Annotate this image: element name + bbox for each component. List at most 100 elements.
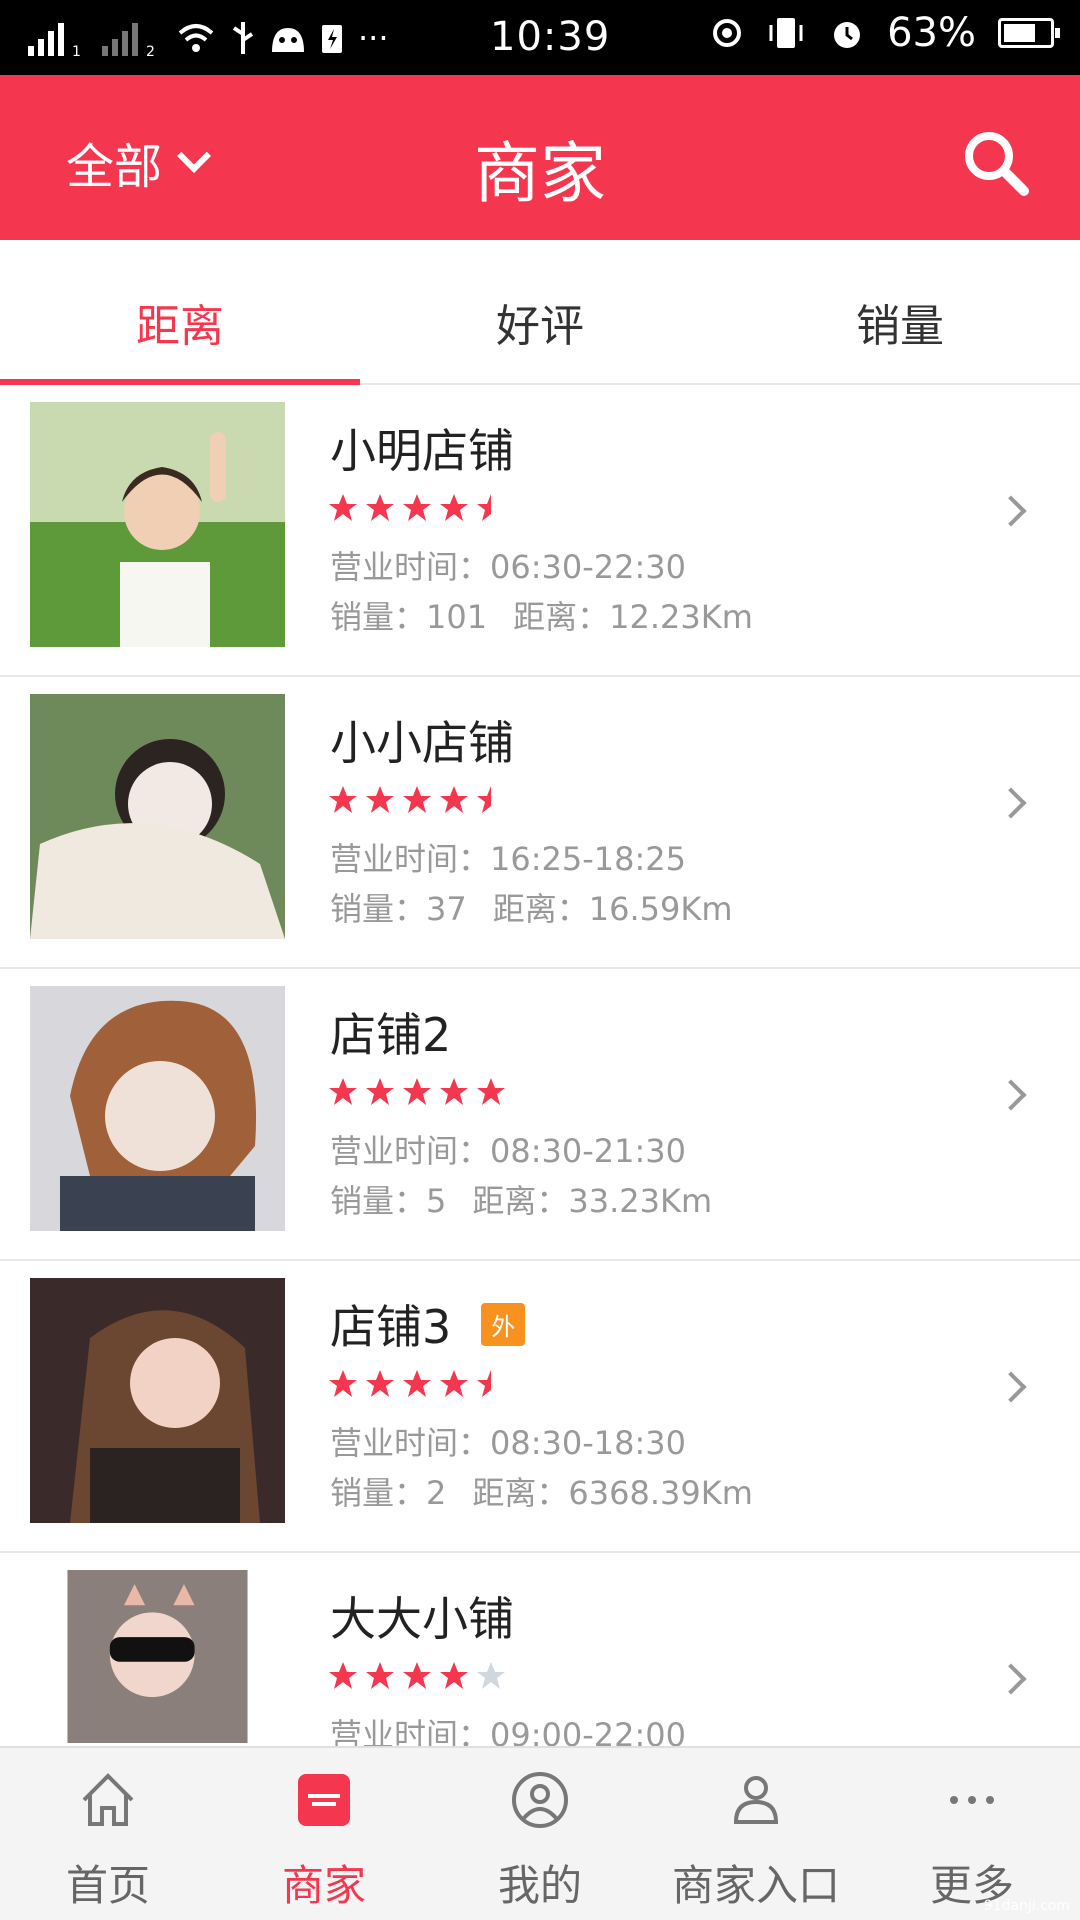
store-name: 小小店铺 (330, 716, 514, 770)
star-icon (477, 1370, 491, 1397)
tab-sales[interactable]: 销量 (720, 240, 1080, 383)
distance-label: 距离： (492, 890, 589, 928)
chevron-right-icon (995, 1079, 1027, 1111)
rating-stars (328, 1077, 506, 1107)
store-name: 店铺2 (330, 1008, 452, 1062)
svg-text:2: 2 (146, 44, 155, 56)
store-name-row: 大大小铺 (330, 1583, 514, 1649)
bottom-nav: 首页 商家 我的 商家入口 更多 (0, 1746, 1080, 1920)
app-header: 全部 商家 (0, 75, 1080, 240)
star-icon (403, 1370, 431, 1397)
search-icon[interactable] (960, 127, 1030, 197)
nav-home[interactable]: 首页 (0, 1748, 216, 1920)
distance-value: 12.23Km (609, 598, 753, 636)
tab-distance[interactable]: 距离 (0, 240, 360, 385)
chevron-right-icon (995, 495, 1027, 527)
star-icon (403, 1078, 431, 1105)
rating-stars (328, 493, 506, 523)
store-name: 小明店铺 (330, 424, 514, 478)
hours-value: 06:30-22:30 (490, 548, 686, 586)
home-icon (82, 1773, 134, 1826)
star-icon (329, 1078, 357, 1105)
rating-stars (328, 1661, 506, 1691)
store-item[interactable]: 小小店铺 营业时间：16:25-18:25 销量：37 距离：16.59Km (0, 677, 1080, 969)
sales-label: 销量： (330, 890, 427, 928)
star-icon (403, 786, 431, 813)
star-icon (366, 786, 394, 813)
star-icon (403, 1662, 431, 1689)
more-notifications: ··· (358, 18, 389, 57)
nav-mine[interactable]: 我的 (432, 1748, 648, 1920)
store-name-row: 小明店铺 (330, 415, 514, 481)
nav-label: 首页 (65, 1861, 150, 1910)
star-icon (477, 494, 491, 521)
hours-value: 08:30-18:30 (490, 1424, 686, 1462)
chevron-right-icon (995, 787, 1027, 819)
distance-value: 6368.39Km (568, 1474, 753, 1512)
sales-value: 5 (426, 1182, 447, 1220)
store-name-row: 小小店铺 (330, 707, 514, 773)
store-item[interactable]: 大大小铺 营业时间：09:00-22:00 (0, 1553, 1080, 1754)
store-item[interactable]: 店铺3 外 营业时间：08:30-18:30 销量：2 距离：6368.39Km (0, 1261, 1080, 1553)
status-time: 10:39 (490, 14, 611, 60)
rating-stars (328, 1369, 506, 1399)
store-item[interactable]: 小明店铺 营业时间：06:30-22:30 销量：101 距离：12.23Km (0, 385, 1080, 677)
location-icon (713, 19, 742, 47)
store-list: 小明店铺 营业时间：06:30-22:30 销量：101 距离：12.23Km 小… (0, 385, 1080, 1754)
hours-label: 营业时间： (330, 840, 491, 878)
store-item[interactable]: 店铺2 营业时间：08:30-21:30 销量：5 距离：33.23Km (0, 969, 1080, 1261)
store-thumbnail (30, 986, 285, 1231)
star-icon (366, 494, 394, 521)
takeout-badge: 外 (481, 1302, 526, 1346)
store-name-row: 店铺3 外 (330, 1291, 526, 1357)
nav-label: 商家入口 (671, 1861, 840, 1910)
star-icon (440, 1370, 468, 1397)
business-hours: 营业时间：08:30-18:30 (330, 1418, 686, 1464)
status-bar: 1 2 ··· 10:39 63% (0, 0, 1080, 75)
store-thumbnail (30, 402, 285, 647)
battery-saver-icon (322, 24, 342, 53)
star-icon (403, 494, 431, 521)
svg-text:1: 1 (72, 44, 81, 56)
sales-value: 2 (426, 1474, 447, 1512)
store-icon (298, 1774, 350, 1826)
hours-label: 营业时间： (330, 548, 491, 586)
more-icon (950, 1796, 994, 1804)
nav-label: 商家 (281, 1861, 366, 1910)
sales-distance: 销量：101 距离：12.23Km (330, 592, 753, 638)
store-thumbnail (30, 694, 285, 939)
business-hours: 营业时间：06:30-22:30 (330, 542, 686, 588)
star-icon (440, 1078, 468, 1105)
users-icon (733, 1776, 779, 1824)
sales-label: 销量： (330, 1474, 427, 1512)
star-icon (440, 494, 468, 521)
store-thumbnail (30, 1278, 285, 1523)
star-icon (366, 1078, 394, 1105)
hours-value: 16:25-18:25 (490, 840, 686, 878)
star-icon (329, 494, 357, 521)
hours-label: 营业时间： (330, 1424, 491, 1462)
battery-percent: 63% (887, 10, 976, 56)
chevron-right-icon (995, 1371, 1027, 1403)
sales-label: 销量： (330, 598, 427, 636)
nav-merchant-entry[interactable]: 商家入口 (648, 1748, 864, 1920)
distance-value: 33.23Km (568, 1182, 713, 1220)
rating-stars (328, 785, 506, 815)
signal-icon-2: 2 (102, 22, 155, 56)
tab-rating[interactable]: 好评 (360, 240, 720, 383)
sales-distance: 销量：2 距离：6368.39Km (330, 1468, 753, 1514)
status-right: 63% (709, 10, 1060, 56)
sales-label: 销量： (330, 1182, 427, 1220)
distance-value: 16.59Km (588, 890, 733, 928)
status-left: 1 2 ··· (0, 19, 389, 57)
distance-label: 距离： (472, 1182, 569, 1220)
nav-store[interactable]: 商家 (216, 1748, 432, 1920)
star-icon (440, 1662, 468, 1689)
sales-value: 101 (426, 598, 488, 636)
watermark: 91danji.com (983, 1898, 1070, 1914)
star-icon (440, 786, 468, 813)
sales-distance: 销量：37 距离：16.59Km (330, 884, 733, 930)
vibrate-icon (769, 18, 803, 48)
alarm-icon (834, 22, 861, 48)
nav-more[interactable]: 更多 (864, 1748, 1080, 1920)
